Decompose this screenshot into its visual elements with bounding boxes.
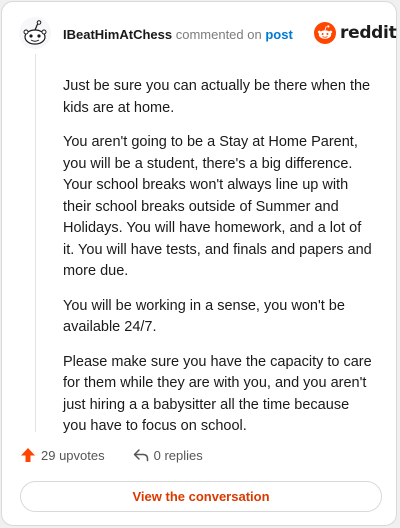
- upvote-count: 29 upvotes: [41, 447, 105, 463]
- comment-paragraph: You will be working in a sense, you won'…: [63, 297, 345, 336]
- comment-card: IBeatHimAtChess commented on post reddit…: [1, 1, 397, 526]
- action-text: commented on: [175, 27, 262, 42]
- comment-paragraph: Please make sure you have the capacity t…: [63, 353, 372, 435]
- reddit-logo-icon: [314, 22, 336, 44]
- upvote-button[interactable]: 29 upvotes: [20, 447, 105, 463]
- reply-count: 0 replies: [153, 447, 203, 463]
- post-link[interactable]: post: [265, 27, 292, 42]
- view-conversation-button[interactable]: View the conversation: [20, 481, 382, 512]
- comment-body: Just be sure you can actually be there w…: [63, 76, 375, 451]
- reddit-logo[interactable]: reddit: [314, 22, 397, 44]
- comment-paragraph: You aren't going to be a Stay at Home Pa…: [63, 134, 372, 279]
- snoo-avatar-icon[interactable]: [18, 16, 52, 50]
- username[interactable]: IBeatHimAtChess: [63, 27, 172, 42]
- comment-paragraph: Just be sure you can actually be there w…: [63, 78, 371, 116]
- reddit-wordmark: reddit: [340, 23, 397, 43]
- comment-header: IBeatHimAtChess commented on post: [63, 27, 293, 42]
- comment-actions: 29 upvotes 0 replies: [20, 447, 203, 463]
- thread-line: [35, 54, 36, 432]
- upvote-arrow-icon: [21, 448, 35, 462]
- reply-button[interactable]: 0 replies: [133, 447, 203, 463]
- reply-arrow-icon: [133, 449, 148, 462]
